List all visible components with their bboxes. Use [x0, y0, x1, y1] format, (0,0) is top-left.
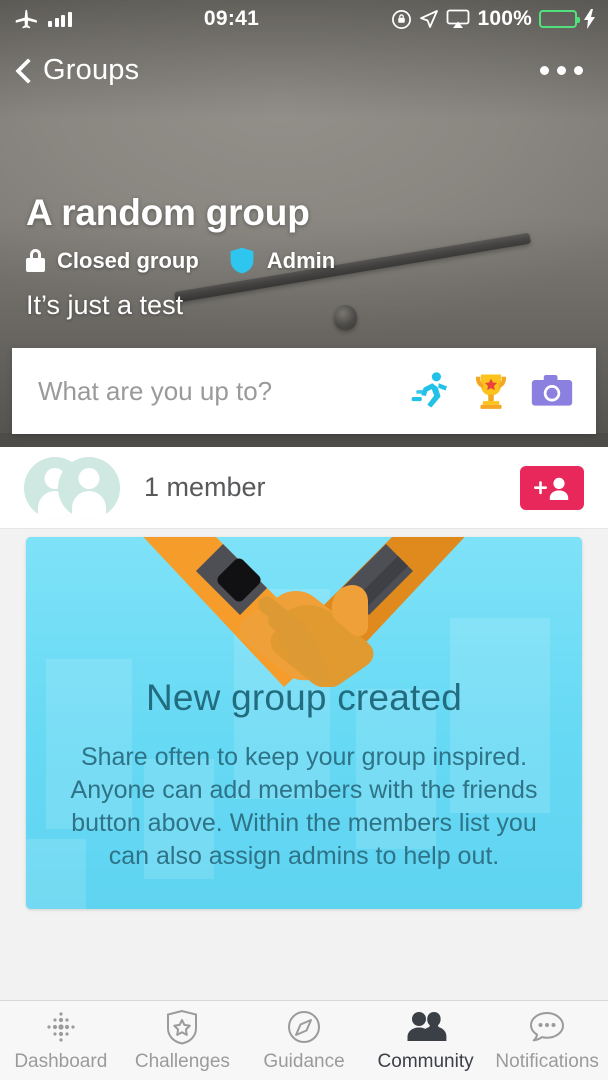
- tab-challenges-label: Challenges: [134, 1050, 230, 1072]
- airplane-mode-icon: [15, 9, 37, 29]
- status-bar-right: 100%: [391, 7, 608, 31]
- add-member-button[interactable]: [520, 465, 584, 510]
- status-bar-time: 09:41: [203, 7, 260, 30]
- status-bar-left: [0, 8, 72, 30]
- trophy-icon[interactable]: [469, 369, 513, 413]
- lock-icon: [26, 249, 45, 272]
- back-button[interactable]: Groups: [0, 54, 139, 87]
- header-bottom-band: [0, 433, 608, 447]
- compass-icon: [286, 1009, 322, 1045]
- add-person-icon: [534, 477, 569, 500]
- tab-notifications[interactable]: Notifications: [486, 1001, 608, 1080]
- tab-dashboard-label: Dashboard: [14, 1050, 108, 1072]
- post-composer-input[interactable]: [12, 375, 408, 407]
- composer-action-icons: [408, 369, 596, 413]
- app-screen: 09:41 100% Groups A random group Closed …: [0, 0, 608, 1080]
- fitbit-dots-icon: [43, 1009, 79, 1045]
- status-bar: 09:41 100%: [0, 0, 608, 38]
- status-bar-center: 09:41: [72, 7, 392, 31]
- rotation-lock-icon: [392, 9, 412, 29]
- signal-bars-icon: [48, 11, 72, 27]
- group-title: A random group: [26, 192, 310, 233]
- avatar: [58, 456, 120, 519]
- group-avatars-placeholder: [24, 456, 120, 519]
- airplay-icon: [447, 9, 470, 28]
- runner-icon[interactable]: [408, 369, 452, 413]
- tab-guidance[interactable]: Guidance: [243, 1001, 365, 1080]
- group-privacy-label: Closed group: [57, 247, 199, 273]
- tab-community[interactable]: Community: [365, 1001, 487, 1080]
- chevron-left-icon: [14, 60, 34, 80]
- tab-notifications-label: Notifications: [495, 1050, 599, 1072]
- tab-dashboard[interactable]: Dashboard: [0, 1001, 122, 1080]
- tab-challenges[interactable]: Challenges: [122, 1001, 244, 1080]
- group-description: It’s just a test: [26, 290, 184, 320]
- two-people-icon: [405, 1009, 447, 1045]
- new-group-created-card[interactable]: New group created Share often to keep yo…: [26, 537, 582, 909]
- group-meta-row: Closed group Admin: [26, 247, 335, 274]
- group-info: A random group Closed group Admin It’s j…: [26, 192, 335, 321]
- speech-bubble-icon: [528, 1009, 566, 1045]
- back-button-label: Groups: [43, 53, 140, 86]
- navigation-bar: Groups: [0, 44, 608, 96]
- card-body-text: Share often to keep your group inspired.…: [70, 743, 538, 870]
- card-title: New group created: [145, 677, 463, 718]
- lightning-bolt-icon: [584, 9, 595, 29]
- tab-guidance-label: Guidance: [263, 1050, 345, 1072]
- camera-icon[interactable]: [530, 369, 574, 413]
- battery-full-icon: [539, 10, 580, 28]
- handshake-illustration: [143, 537, 465, 687]
- overflow-menu-icon[interactable]: [540, 65, 608, 75]
- shield-star-icon: [165, 1009, 199, 1045]
- feed-area: New group created Share often to keep yo…: [0, 529, 608, 1000]
- tab-community-label: Community: [377, 1050, 474, 1072]
- battery-percent-label: 100%: [477, 7, 532, 30]
- location-arrow-icon: [420, 10, 439, 28]
- shield-icon: [230, 247, 254, 274]
- post-composer[interactable]: [12, 348, 596, 434]
- group-role-label: Admin: [266, 247, 336, 273]
- member-summary-row[interactable]: 1 member: [0, 447, 608, 529]
- bottom-tab-bar: Dashboard Challenges Guidance Community …: [0, 1000, 608, 1080]
- member-count-label: 1 member: [144, 472, 266, 502]
